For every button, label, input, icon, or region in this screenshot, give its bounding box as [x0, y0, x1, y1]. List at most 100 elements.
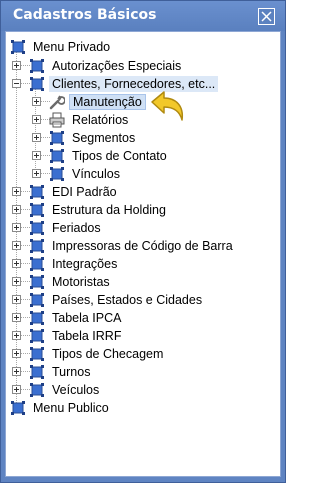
- expand-toggle[interactable]: [32, 169, 41, 178]
- expand-toggle[interactable]: [12, 223, 21, 232]
- tree-node-label: Vínculos: [72, 167, 120, 181]
- tree-node-label: Motoristas: [52, 275, 110, 289]
- plus-icon: [14, 261, 19, 266]
- tree-node-tabela-irrf[interactable]: Tabela IRRF: [12, 327, 272, 345]
- tree-node-menu-publico[interactable]: Menu Publico: [10, 399, 270, 417]
- tree-node-label: Turnos: [52, 365, 91, 379]
- tree-node-integracoes[interactable]: Integrações: [12, 255, 272, 273]
- tree-node-label: Tabela IRRF: [52, 329, 122, 343]
- tree-node-paises-estados-cidades[interactable]: Países, Estados e Cidades: [12, 291, 272, 309]
- tree-node-vinculos[interactable]: Vínculos: [32, 165, 272, 183]
- expand-toggle[interactable]: [12, 331, 21, 340]
- tree-node-label: Impressoras de Código de Barra: [52, 239, 233, 253]
- tree-node-label: Menu Publico: [33, 401, 109, 415]
- plus-icon: [14, 63, 19, 68]
- square-node-icon: [30, 257, 44, 271]
- expand-toggle[interactable]: [12, 295, 21, 304]
- square-node-icon: [11, 40, 25, 54]
- curved-arrow-icon: [151, 91, 184, 121]
- expand-toggle[interactable]: [12, 205, 21, 214]
- plus-icon: [14, 297, 19, 302]
- square-node-icon: [30, 203, 44, 217]
- expand-toggle[interactable]: [12, 187, 21, 196]
- minus-icon: [14, 83, 19, 84]
- tree-node-label: Relatórios: [72, 113, 129, 127]
- tree-node-label: Tipos de Contato: [72, 149, 167, 163]
- collapse-toggle[interactable]: [12, 79, 21, 88]
- window-title: Cadastros Básicos: [13, 7, 157, 23]
- expand-toggle[interactable]: [12, 385, 21, 394]
- plus-icon: [14, 279, 19, 284]
- tree-node-label: Tipos de Checagem: [52, 347, 164, 361]
- tree-node-turnos[interactable]: Turnos: [12, 363, 272, 381]
- tree-node-label: Veículos: [52, 383, 100, 397]
- expand-toggle[interactable]: [32, 115, 41, 124]
- printer-icon: [49, 112, 65, 128]
- square-node-icon: [50, 149, 64, 163]
- square-node-icon: [30, 347, 44, 361]
- plus-icon: [14, 189, 19, 194]
- plus-icon: [14, 387, 19, 392]
- expand-toggle[interactable]: [12, 277, 21, 286]
- square-node-icon: [30, 311, 44, 325]
- tree-node-label: Autorizações Especiais: [52, 59, 182, 73]
- expand-toggle[interactable]: [12, 313, 21, 322]
- plus-icon: [14, 225, 19, 230]
- expand-toggle[interactable]: [12, 259, 21, 268]
- plus-icon: [34, 135, 39, 140]
- expand-toggle[interactable]: [12, 349, 21, 358]
- tree-node-label: Clientes, Fornecedores, etc...: [49, 76, 219, 92]
- plus-icon: [34, 171, 39, 176]
- tree-node-motoristas[interactable]: Motoristas: [12, 273, 272, 291]
- square-node-icon: [30, 383, 44, 397]
- window-titlebar[interactable]: Cadastros Básicos: [1, 1, 285, 31]
- expand-toggle[interactable]: [32, 97, 41, 106]
- square-node-icon: [30, 185, 44, 199]
- tree-node-label: Tabela IPCA: [52, 311, 122, 325]
- tree-node-label: Segmentos: [72, 131, 136, 145]
- tree-node-impressoras-de-codigo-de-barra[interactable]: Impressoras de Código de Barra: [12, 237, 278, 255]
- tree-panel: Menu Privado Autorizações Especiais Clie…: [5, 31, 281, 477]
- plus-icon: [14, 207, 19, 212]
- expand-toggle[interactable]: [32, 151, 41, 160]
- expand-toggle[interactable]: [12, 61, 21, 70]
- wrench-icon: [49, 95, 65, 110]
- expand-toggle[interactable]: [12, 367, 21, 376]
- square-node-icon: [30, 77, 44, 91]
- tree-node-label: Integrações: [52, 257, 118, 271]
- close-button[interactable]: [258, 8, 275, 25]
- plus-icon: [14, 243, 19, 248]
- tree-node-clientes-fornecedores[interactable]: Clientes, Fornecedores, etc...: [12, 75, 272, 93]
- tree-node-autorizacoes-especiais[interactable]: Autorizações Especiais: [12, 57, 272, 75]
- square-node-icon: [11, 401, 25, 415]
- expand-toggle[interactable]: [32, 133, 41, 142]
- tree-node-label: Estrutura da Holding: [52, 203, 166, 217]
- close-icon: [261, 11, 272, 22]
- plus-icon: [14, 351, 19, 356]
- tree-node-label: EDI Padrão: [52, 185, 117, 199]
- square-node-icon: [30, 275, 44, 289]
- plus-icon: [34, 117, 39, 122]
- menu-tree: Menu Privado Autorizações Especiais Clie…: [6, 32, 280, 476]
- square-node-icon: [30, 365, 44, 379]
- tree-node-edi-padrao[interactable]: EDI Padrão: [12, 183, 272, 201]
- square-node-icon: [30, 329, 44, 343]
- tree-node-label: Países, Estados e Cidades: [52, 293, 203, 307]
- tree-node-tabela-ipca[interactable]: Tabela IPCA: [12, 309, 272, 327]
- tree-node-menu-privado[interactable]: Menu Privado: [10, 39, 270, 57]
- tree-node-estrutura-da-holding[interactable]: Estrutura da Holding: [12, 201, 272, 219]
- tree-node-feriados[interactable]: Feriados: [12, 219, 272, 237]
- square-node-icon: [50, 167, 64, 181]
- plus-icon: [14, 315, 19, 320]
- plus-icon: [14, 333, 19, 338]
- square-node-icon: [30, 239, 44, 253]
- square-node-icon: [50, 131, 64, 145]
- tree-node-veiculos[interactable]: Veículos: [12, 381, 272, 399]
- expand-toggle[interactable]: [12, 241, 21, 250]
- square-node-icon: [30, 59, 44, 73]
- tree-node-tipos-de-checagem[interactable]: Tipos de Checagem: [12, 345, 272, 363]
- tree-node-label: Feriados: [52, 221, 101, 235]
- square-node-icon: [30, 293, 44, 307]
- square-node-icon: [30, 221, 44, 235]
- tree-node-tipos-de-contato[interactable]: Tipos de Contato: [32, 147, 272, 165]
